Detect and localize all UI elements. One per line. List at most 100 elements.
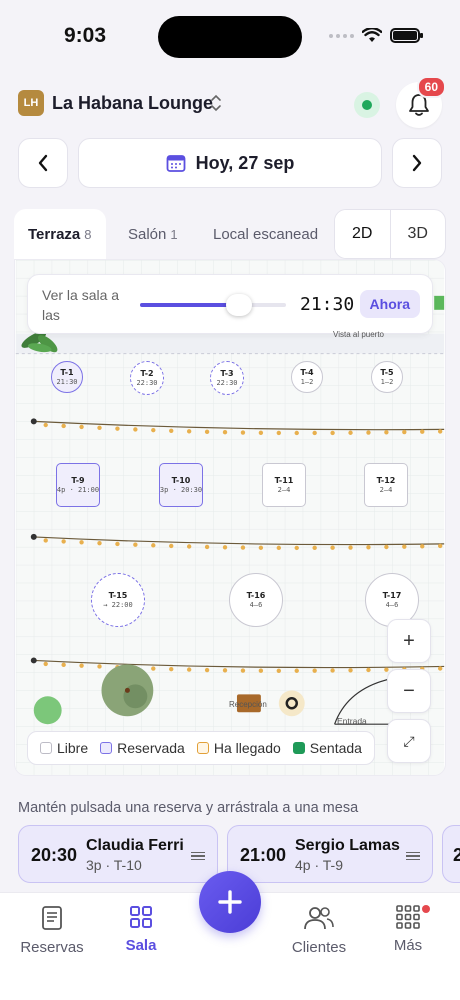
table-T-15[interactable]: T-15 → 22:00 bbox=[91, 573, 145, 627]
table-info: 22:30 bbox=[216, 379, 238, 387]
table-T-10[interactable]: T-10 3p · 20:30 bbox=[159, 463, 203, 507]
table-name: T-15 bbox=[108, 591, 128, 600]
light-bulb bbox=[366, 430, 371, 435]
table-T-16[interactable]: T-16 4–6 bbox=[229, 573, 283, 627]
drag-handle-icon[interactable] bbox=[191, 852, 205, 860]
add-reservation-button[interactable] bbox=[199, 871, 261, 933]
light-bulb bbox=[420, 544, 425, 549]
nav-sala[interactable]: Sala bbox=[101, 905, 181, 954]
signal-icon bbox=[329, 33, 354, 38]
table-name: T-5 bbox=[380, 368, 394, 377]
battery-icon bbox=[390, 28, 423, 43]
light-bulb bbox=[97, 425, 102, 430]
table-info: 4–6 bbox=[249, 601, 263, 609]
nav-label: Clientes bbox=[291, 939, 347, 956]
table-T-1[interactable]: T-1 21:30 bbox=[51, 361, 83, 393]
reservation-detail: 3p · T-10 bbox=[86, 857, 142, 873]
light-bulb bbox=[43, 538, 48, 543]
fit-view-button[interactable]: ⤢ bbox=[387, 719, 431, 763]
light-bulb bbox=[312, 668, 317, 673]
floor-map[interactable]: Ver la sala a las 21:30 Ahora Vista al p… bbox=[14, 259, 446, 776]
time-travel-card: Ver la sala a las 21:30 Ahora bbox=[27, 274, 433, 334]
time-card-label: Ver la sala a las bbox=[42, 287, 120, 323]
light-bulb bbox=[384, 544, 389, 550]
users-icon bbox=[304, 907, 334, 930]
table-name: T-17 bbox=[382, 591, 402, 600]
light-bulb bbox=[151, 666, 156, 671]
light-bulb bbox=[222, 545, 228, 550]
tab-count: 8 bbox=[84, 226, 92, 242]
nav-reservas[interactable]: Reservas bbox=[12, 905, 92, 956]
table-info: 3p · 20:30 bbox=[159, 486, 203, 494]
date-picker-button[interactable]: Hoy, 27 sep bbox=[78, 138, 382, 188]
light-bulb bbox=[186, 667, 192, 672]
reservation-card[interactable]: 21:00 Sergio Lamas 4p · T-9 bbox=[227, 825, 433, 883]
venue-avatar[interactable]: LH bbox=[18, 90, 44, 116]
time-slider[interactable] bbox=[140, 294, 286, 316]
table-T-9[interactable]: T-9 4p · 21:00 bbox=[56, 463, 100, 507]
drag-hint: Mantén pulsada una reserva y arrástrala … bbox=[18, 800, 359, 816]
view-3d-button[interactable]: 3D bbox=[391, 210, 446, 258]
light-bulb bbox=[79, 424, 84, 430]
room-tabs: Terraza 8 Salón 1 Local escanead 2D 3D bbox=[14, 209, 446, 259]
tab-local-escaneado[interactable]: Local escanead bbox=[213, 209, 318, 259]
next-day-button[interactable] bbox=[392, 138, 442, 188]
zoom-in-button[interactable]: + bbox=[387, 619, 431, 663]
nav-clientes[interactable]: Clientes bbox=[279, 905, 359, 956]
time-slider-thumb[interactable] bbox=[226, 294, 253, 316]
tab-count: 1 bbox=[170, 226, 178, 242]
light-bulb bbox=[240, 545, 246, 550]
table-T-11[interactable]: T-11 2–4 bbox=[262, 463, 306, 507]
light-bulb bbox=[169, 543, 174, 549]
zoom-out-button[interactable]: − bbox=[387, 669, 431, 713]
notifications-button[interactable]: 60 bbox=[396, 76, 446, 128]
light-bulb bbox=[204, 667, 210, 673]
reservation-card[interactable]: 2 bbox=[442, 825, 460, 883]
online-status-icon bbox=[354, 92, 380, 118]
status-icons bbox=[329, 28, 423, 43]
notification-badge: 60 bbox=[416, 76, 446, 98]
table-info: 21:30 bbox=[56, 378, 78, 386]
light-bulb bbox=[437, 666, 443, 671]
light-bulb bbox=[258, 668, 264, 673]
reservation-time: 20:30 bbox=[31, 845, 78, 865]
table-T-2[interactable]: T-2 22:30 bbox=[130, 361, 164, 395]
table-info: 1–2 bbox=[300, 378, 314, 386]
table-T-12[interactable]: T-12 2–4 bbox=[364, 463, 408, 507]
view-2d-button[interactable]: 2D bbox=[335, 210, 391, 258]
reservation-card[interactable]: 20:30 Claudia Ferri 3p · T-10 bbox=[18, 825, 218, 883]
light-bulb bbox=[330, 668, 335, 673]
light-bulb bbox=[384, 430, 389, 435]
table-T-5[interactable]: T-5 1–2 bbox=[371, 361, 403, 393]
legend-label: Sentada bbox=[309, 740, 362, 756]
table-info: 4–6 bbox=[385, 601, 399, 609]
light-bulb bbox=[294, 430, 299, 436]
chevron-right-icon bbox=[412, 154, 422, 172]
reservation-detail: 4p · T-9 bbox=[295, 857, 343, 873]
tab-salon[interactable]: Salón 1 bbox=[128, 209, 178, 259]
light-bulb bbox=[330, 430, 335, 436]
table-T-4[interactable]: T-4 1–2 bbox=[291, 361, 323, 393]
light-bulb bbox=[169, 428, 174, 433]
light-bulb bbox=[204, 544, 210, 550]
venue-name[interactable]: La Habana Lounge bbox=[52, 93, 213, 114]
tab-terraza[interactable]: Terraza 8 bbox=[14, 209, 106, 259]
light-bulb bbox=[294, 545, 299, 551]
table-T-3[interactable]: T-3 22:30 bbox=[210, 361, 244, 395]
chevron-updown-icon[interactable] bbox=[210, 94, 222, 112]
light-bulb bbox=[258, 430, 264, 435]
now-button[interactable]: Ahora bbox=[359, 290, 420, 318]
light-bulb bbox=[115, 426, 120, 431]
drag-handle-icon[interactable] bbox=[406, 852, 420, 860]
previous-day-button[interactable] bbox=[18, 138, 68, 188]
light-bulb bbox=[348, 668, 353, 673]
nav-label: Sala bbox=[125, 937, 157, 954]
grid-icon bbox=[130, 906, 152, 928]
plus-icon bbox=[218, 890, 242, 914]
reservation-time: 21:00 bbox=[240, 845, 287, 865]
nav-mas[interactable]: Más bbox=[368, 905, 448, 954]
light-bulb bbox=[43, 661, 48, 667]
light-bulb bbox=[151, 543, 156, 548]
light-bulb bbox=[366, 667, 371, 673]
light-bulb bbox=[186, 544, 192, 549]
